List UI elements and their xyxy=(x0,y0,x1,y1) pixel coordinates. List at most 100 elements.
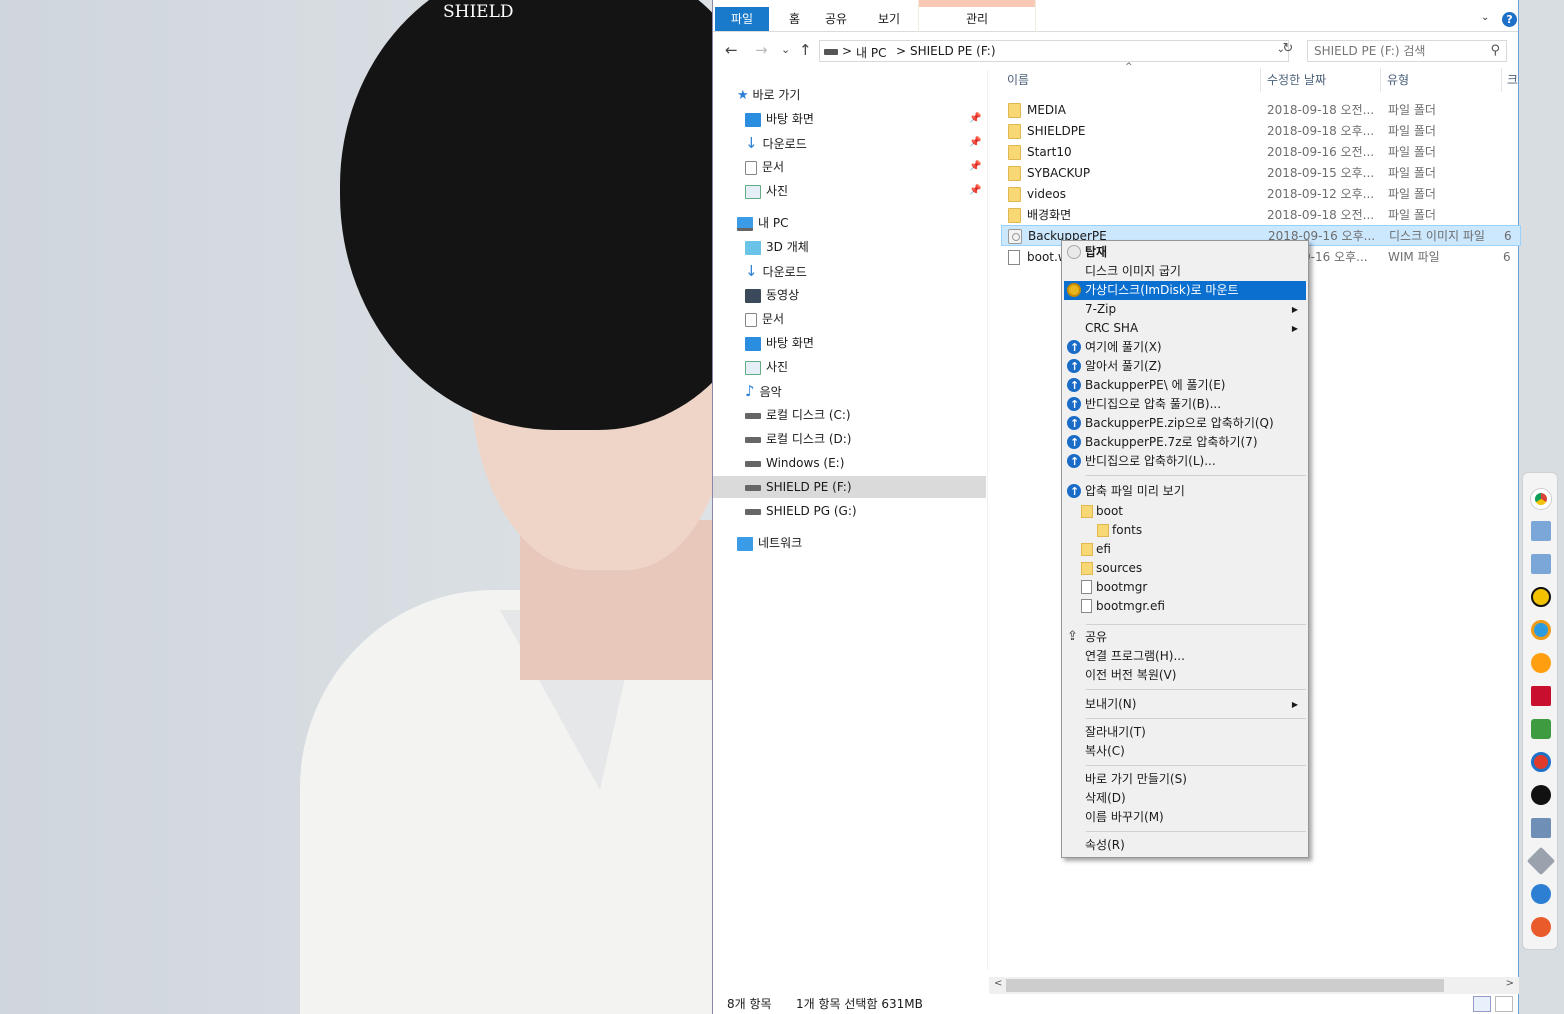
file-row[interactable]: videos 2018-09-12 오후... 파일 폴더 xyxy=(1001,184,1521,205)
back-button[interactable]: ← xyxy=(725,41,738,59)
preview-item-bootmgr[interactable]: bootmgr xyxy=(1064,578,1306,597)
app-icon[interactable] xyxy=(1531,686,1551,706)
menu-compress-zip[interactable]: BackupperPE.zip으로 압축하기(Q) xyxy=(1064,414,1306,433)
file-row[interactable]: MEDIA 2018-09-18 오전... 파일 폴더 xyxy=(1001,100,1521,121)
menu-burn-disc-image[interactable]: 디스크 이미지 굽기 xyxy=(1064,262,1306,281)
column-date[interactable]: 수정한 날짜 xyxy=(1267,66,1326,94)
folder-icon[interactable] xyxy=(1531,554,1551,574)
pin-icon[interactable]: 📌 xyxy=(969,113,981,124)
tab-share[interactable]: 공유 xyxy=(819,7,853,31)
chrome-icon[interactable] xyxy=(1531,489,1551,509)
nav-pictures[interactable]: 사진 xyxy=(745,356,788,378)
menu-crc-sha[interactable]: CRC SHA ▶ xyxy=(1064,319,1306,338)
power-icon[interactable] xyxy=(1531,917,1551,937)
nav-drive-g[interactable]: SHIELD PG (G:) xyxy=(745,500,857,522)
scroll-left-icon[interactable]: < xyxy=(994,978,1002,989)
up-button[interactable]: ↑ xyxy=(799,41,812,59)
app-icon[interactable] xyxy=(1531,884,1551,904)
app-icon[interactable] xyxy=(1531,719,1551,739)
menu-copy[interactable]: 복사(C) xyxy=(1064,742,1306,761)
nav-desktop[interactable]: 바탕 화면 xyxy=(745,332,814,354)
menu-extract-auto[interactable]: 알아서 풀기(Z) xyxy=(1064,357,1306,376)
breadcrumb-separator[interactable]: > xyxy=(896,44,906,58)
menu-rename[interactable]: 이름 바꾸기(M) xyxy=(1064,808,1306,827)
menu-delete[interactable]: 삭제(D) xyxy=(1064,789,1306,808)
media-player-icon[interactable] xyxy=(1531,653,1551,673)
pin-icon[interactable]: 📌 xyxy=(969,161,981,172)
ribbon-expand-icon[interactable]: ⌄ xyxy=(1481,12,1489,23)
nav-music[interactable]: ♪ 음악 xyxy=(745,380,782,402)
app-icon[interactable] xyxy=(1526,846,1556,876)
column-type[interactable]: 유형 xyxy=(1387,66,1409,94)
help-icon[interactable]: ? xyxy=(1502,12,1517,27)
file-row[interactable]: 배경화면 2018-09-18 오전... 파일 폴더 xyxy=(1001,205,1521,226)
column-separator[interactable] xyxy=(1260,68,1261,92)
app-icon[interactable] xyxy=(1531,620,1551,640)
menu-compress-bandizip[interactable]: 반디집으로 압축하기(L)... xyxy=(1064,452,1306,471)
nav-network[interactable]: 네트워크 xyxy=(737,532,802,554)
file-row[interactable]: Start10 2018-09-16 오전... 파일 폴더 xyxy=(1001,142,1521,163)
preview-item-efi[interactable]: efi xyxy=(1064,540,1306,559)
column-size[interactable]: 크 xyxy=(1507,66,1518,94)
nav-quick-pictures[interactable]: 사진 xyxy=(745,180,788,202)
nav-quick-desktop[interactable]: 바탕 화면 xyxy=(745,108,814,130)
forward-button[interactable]: → xyxy=(755,41,768,59)
menu-compress-7z[interactable]: BackupperPE.7z로 압축하기(7) xyxy=(1064,433,1306,452)
nav-this-pc[interactable]: 내 PC xyxy=(737,212,788,234)
menu-mount[interactable]: 탑재 xyxy=(1064,243,1306,262)
computer-icon[interactable] xyxy=(1531,818,1551,838)
menu-cut[interactable]: 잘라내기(T) xyxy=(1064,723,1306,742)
menu-imdisk-mount[interactable]: 가상디스크(ImDisk)로 마운트 xyxy=(1064,281,1306,300)
scrollbar-thumb[interactable] xyxy=(1006,979,1444,992)
nav-drive-f[interactable]: SHIELD PE (F:) xyxy=(713,476,986,498)
nav-quick-access[interactable]: ★ 바로 가기 xyxy=(737,84,800,106)
preview-item-boot[interactable]: boot xyxy=(1064,502,1306,521)
nav-3d-objects[interactable]: 3D 개체 xyxy=(745,236,809,258)
pin-icon[interactable]: 📌 xyxy=(969,137,981,148)
file-row[interactable]: SHIELDPE 2018-09-18 오후... 파일 폴더 xyxy=(1001,121,1521,142)
menu-send-to[interactable]: 보내기(N) ▶ xyxy=(1064,695,1306,714)
refresh-button[interactable]: ↻ xyxy=(1277,41,1299,63)
preview-item-bootmgr-efi[interactable]: bootmgr.efi xyxy=(1064,597,1306,616)
menu-restore-previous[interactable]: 이전 버전 복원(V) xyxy=(1064,666,1306,685)
column-name[interactable]: 이름 xyxy=(1007,66,1029,94)
menu-extract-bandizip[interactable]: 반디집으로 압축 풀기(B)... xyxy=(1064,395,1306,414)
tab-file[interactable]: 파일 xyxy=(715,7,769,31)
column-separator[interactable] xyxy=(1380,68,1381,92)
app-icon[interactable] xyxy=(1531,785,1551,805)
scroll-right-icon[interactable]: > xyxy=(1506,978,1514,989)
menu-open-with[interactable]: 연결 프로그램(H)... xyxy=(1064,647,1306,666)
preview-item-fonts[interactable]: fonts xyxy=(1064,521,1306,540)
nav-quick-documents[interactable]: 문서 xyxy=(745,156,784,178)
search-input[interactable] xyxy=(1308,41,1478,61)
app-icon[interactable] xyxy=(1531,587,1551,607)
tab-home[interactable]: 홈 xyxy=(783,7,806,31)
nav-drive-c[interactable]: 로컬 디스크 (C:) xyxy=(745,404,851,426)
menu-archive-preview[interactable]: 압축 파일 미리 보기 xyxy=(1064,482,1306,501)
menu-extract-here[interactable]: 여기에 풀기(X) xyxy=(1064,338,1306,357)
nav-downloads[interactable]: ↓ 다운로드 xyxy=(745,260,807,282)
search-icon[interactable]: ⚲ xyxy=(1490,43,1500,58)
large-icons-view-icon[interactable] xyxy=(1495,996,1513,1012)
menu-create-shortcut[interactable]: 바로 가기 만들기(S) xyxy=(1064,770,1306,789)
search-box[interactable]: ⚲ xyxy=(1307,40,1507,62)
app-icon[interactable] xyxy=(1531,752,1551,772)
nav-drive-d[interactable]: 로컬 디스크 (D:) xyxy=(745,428,851,450)
address-bar[interactable]: > 내 PC > SHIELD PE (F:) ⌄ xyxy=(819,40,1289,62)
preview-item-sources[interactable]: sources xyxy=(1064,559,1306,578)
recent-locations-button[interactable]: ⌄ xyxy=(781,43,790,56)
tab-manage[interactable]: 관리 xyxy=(918,0,1036,32)
menu-7zip[interactable]: 7-Zip ▶ xyxy=(1064,300,1306,319)
menu-share[interactable]: 공유 xyxy=(1064,627,1306,647)
nav-quick-downloads[interactable]: ↓ 다운로드 xyxy=(745,132,807,154)
column-separator[interactable] xyxy=(1501,68,1502,92)
menu-extract-to-folder[interactable]: BackupperPE\ 에 풀기(E) xyxy=(1064,376,1306,395)
pin-icon[interactable]: 📌 xyxy=(969,185,981,196)
tab-view[interactable]: 보기 xyxy=(872,7,906,31)
nav-videos[interactable]: 동영상 xyxy=(745,284,799,306)
breadcrumb-drive[interactable]: SHIELD PE (F:) xyxy=(910,44,996,58)
menu-properties[interactable]: 속성(R) xyxy=(1064,836,1306,855)
folder-icon[interactable] xyxy=(1531,521,1551,541)
details-view-icon[interactable] xyxy=(1473,996,1491,1012)
horizontal-scrollbar[interactable]: < > xyxy=(989,977,1519,994)
